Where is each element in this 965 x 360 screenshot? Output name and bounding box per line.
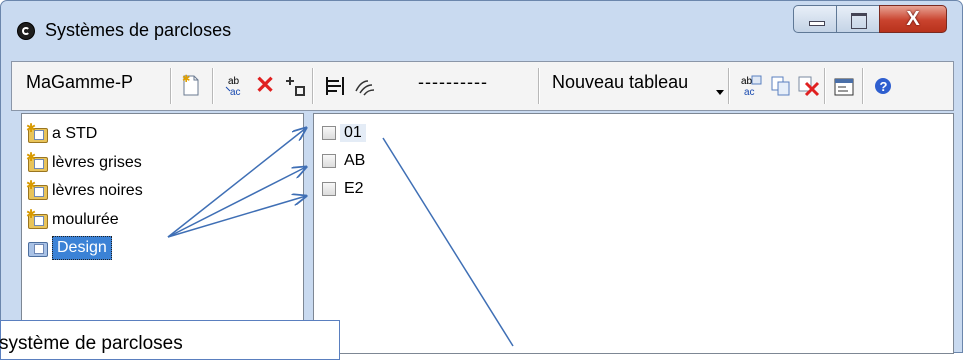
- arrow-to-01: [167, 128, 306, 238]
- callout-pointer: [382, 137, 514, 347]
- callout-text: système de parcloses: [0, 333, 183, 354]
- annotation-arrows: [167, 0, 514, 347]
- callout-box: système de parcloses: [0, 320, 340, 360]
